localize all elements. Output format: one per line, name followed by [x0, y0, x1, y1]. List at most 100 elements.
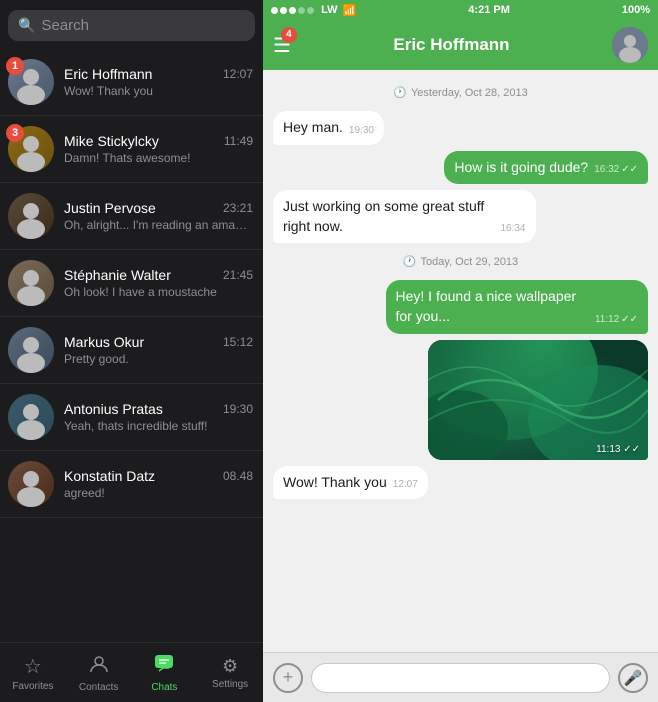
image-content: 11:13 ✓✓	[428, 340, 648, 460]
chat-name-row: Antonius Pratas 19:30	[64, 401, 253, 417]
image-time: 11:13 ✓✓	[596, 444, 640, 455]
menu-button[interactable]: ☰ 4	[273, 33, 291, 58]
message-bubble: Hey! I found a nice wallpaper for you...…	[386, 280, 649, 333]
status-bar: LW 📶 4:21 PM 100%	[263, 0, 658, 20]
bubble-content: Hey! I found a nice wallpaper for you...…	[396, 287, 639, 326]
chat-time: 12:07	[223, 67, 253, 81]
message-bubble: How is it going dude? 16:32 ✓✓	[444, 151, 648, 185]
image-bubble: 11:13 ✓✓	[428, 340, 648, 460]
chat-item[interactable]: Markus Okur 15:12 Pretty good.	[0, 317, 263, 384]
add-button[interactable]: +	[273, 663, 303, 693]
bubble-content: Wow! Thank you 12:07	[283, 473, 418, 493]
chat-name: Konstatin Datz	[64, 468, 155, 484]
chat-time: 15:12	[223, 335, 253, 349]
star-icon: ☆	[24, 654, 42, 679]
chat-time: 08.48	[223, 469, 253, 483]
message-text: Hey man.	[283, 118, 343, 138]
message-text: Hey! I found a nice wallpaper for you...	[396, 287, 589, 326]
message-input[interactable]	[311, 663, 610, 693]
message-time: 11:12	[595, 313, 619, 327]
left-panel: 🔍 1 Eric Hoffmann 12:07 Wow! Thank you	[0, 0, 263, 702]
message-bubble: Hey man. 19:30	[273, 111, 384, 145]
avatar-svg	[8, 193, 54, 239]
chat-info: Antonius Pratas 19:30 Yeah, thats incred…	[64, 401, 253, 433]
chat-info: Justin Pervose 23:21 Oh, alright... I'm …	[64, 200, 253, 232]
chat-name-row: Mike Stickylcky 11:49	[64, 133, 253, 149]
signal-dot-3	[289, 7, 296, 14]
date-text: Yesterday, Oct 28, 2013	[411, 87, 528, 99]
avatar-wrap	[8, 327, 54, 373]
avatar	[8, 327, 54, 373]
wallpaper-image	[428, 340, 648, 460]
date-text: Today, Oct 29, 2013	[421, 256, 519, 268]
message-bubble: Just working on some great stuff right n…	[273, 190, 536, 243]
chat-info: Stéphanie Walter 21:45 Oh look! I have a…	[64, 267, 253, 299]
chat-title: Eric Hoffmann	[299, 35, 604, 55]
chat-item[interactable]: Stéphanie Walter 21:45 Oh look! I have a…	[0, 250, 263, 317]
settings-icon: ⚙	[222, 656, 238, 677]
input-bar: + 🎤	[263, 652, 658, 702]
tab-chats[interactable]: Chats	[132, 643, 198, 702]
avatar	[8, 260, 54, 306]
chat-name-row: Eric Hoffmann 12:07	[64, 66, 253, 82]
chat-time: 19:30	[223, 402, 253, 416]
bubble-content: How is it going dude? 16:32 ✓✓	[454, 158, 638, 178]
chat-preview: agreed!	[64, 486, 253, 500]
clock: 4:21 PM	[468, 4, 510, 16]
search-input[interactable]	[41, 17, 245, 34]
avatar-wrap	[8, 461, 54, 507]
mic-button[interactable]: 🎤	[618, 663, 648, 693]
message-time: 16:32	[594, 163, 619, 177]
header-avatar[interactable]	[612, 27, 648, 63]
signal-dot-5	[307, 7, 314, 14]
tab-label: Settings	[212, 679, 248, 690]
chat-preview: Yeah, thats incredible stuff!	[64, 419, 253, 433]
date-divider: 🕐 Today, Oct 29, 2013	[273, 255, 648, 268]
avatar-wrap	[8, 260, 54, 306]
battery: 100%	[622, 4, 650, 16]
chat-item[interactable]: Justin Pervose 23:21 Oh, alright... I'm …	[0, 183, 263, 250]
chat-item[interactable]: 1 Eric Hoffmann 12:07 Wow! Thank you	[0, 49, 263, 116]
tab-favorites[interactable]: ☆ Favorites	[0, 643, 66, 702]
chat-name: Mike Stickylcky	[64, 133, 159, 149]
chat-item[interactable]: 3 Mike Stickylcky 11:49 Damn! Thats awes…	[0, 116, 263, 183]
avatar-wrap: 3	[8, 126, 54, 172]
chat-info: Markus Okur 15:12 Pretty good.	[64, 334, 253, 366]
message-time: 19:30	[349, 124, 374, 138]
search-icon: 🔍	[18, 17, 35, 34]
clock-icon: 🕐	[403, 255, 417, 268]
avatar-wrap	[8, 394, 54, 440]
messages-area: 🕐Yesterday, Oct 28, 2013 Hey man. 19:30 …	[263, 70, 658, 652]
chat-item[interactable]: Antonius Pratas 19:30 Yeah, thats incred…	[0, 384, 263, 451]
right-panel: LW 📶 4:21 PM 100% ☰ 4 Eric Hoffmann 🕐Yes…	[263, 0, 658, 702]
avatar-svg	[8, 394, 54, 440]
avatar-wrap	[8, 193, 54, 239]
signal-dot-4	[298, 7, 305, 14]
tick-marks: ✓✓	[621, 313, 638, 327]
chat-info: Konstatin Datz 08.48 agreed!	[64, 468, 253, 500]
chat-name-row: Stéphanie Walter 21:45	[64, 267, 253, 283]
message-text: Wow! Thank you	[283, 473, 387, 493]
tab-label: Favorites	[12, 681, 53, 692]
avatar	[8, 461, 54, 507]
message-row-image: 11:13 ✓✓	[273, 340, 648, 460]
tick-marks: ✓✓	[621, 163, 638, 177]
message-row-incoming: Just working on some great stuff right n…	[273, 190, 648, 243]
tab-contacts[interactable]: Contacts	[66, 643, 132, 702]
chat-item[interactable]: Konstatin Datz 08.48 agreed!	[0, 451, 263, 518]
unread-badge: 1	[6, 57, 24, 75]
chat-name: Stéphanie Walter	[64, 267, 171, 283]
message-time: 16:34	[500, 222, 525, 236]
avatar-svg	[8, 260, 54, 306]
header-badge: 4	[281, 27, 297, 43]
chat-name-row: Konstatin Datz 08.48	[64, 468, 253, 484]
date-divider: 🕐Yesterday, Oct 28, 2013	[273, 86, 648, 99]
chat-preview: Wow! Thank you	[64, 84, 253, 98]
tab-label: Contacts	[79, 682, 118, 693]
carrier-label: LW	[321, 4, 338, 16]
bubble-content: Hey man. 19:30	[283, 118, 374, 138]
search-bar: 🔍	[8, 10, 255, 41]
tab-settings[interactable]: ⚙ Settings	[197, 643, 263, 702]
avatar-svg	[8, 461, 54, 507]
avatar-image	[612, 27, 648, 63]
